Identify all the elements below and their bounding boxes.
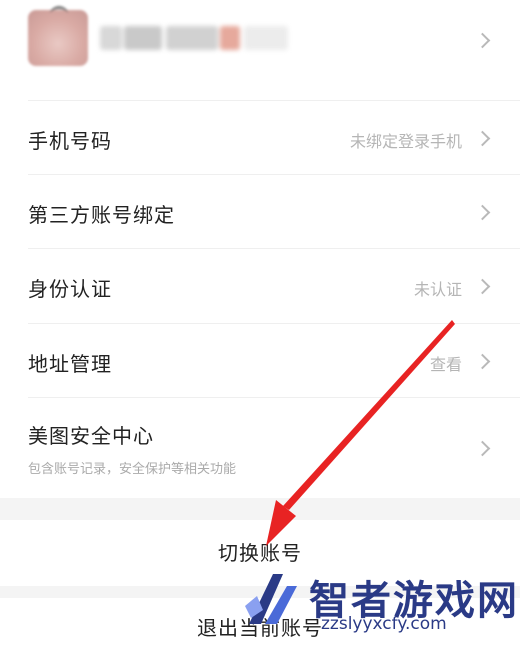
watermark: 智者游戏网 zzslyyxcfy.com: [235, 566, 520, 648]
row-label: 美图安全中心: [28, 424, 154, 448]
settings-row-security-center[interactable]: 美图安全中心 包含账号记录，安全保护等相关功能: [0, 398, 520, 498]
chevron-right-icon: [474, 204, 491, 221]
avatar: [28, 6, 88, 66]
chevron-right-icon: [474, 353, 491, 370]
row-label: 身份认证: [28, 277, 112, 301]
row-label: 手机号码: [28, 129, 112, 153]
settings-row-third-party[interactable]: 第三方账号绑定: [0, 175, 520, 248]
settings-row-identity[interactable]: 身份认证 未认证: [0, 249, 520, 323]
settings-row-address[interactable]: 地址管理 查看: [0, 324, 520, 397]
chevron-right-icon: [474, 440, 491, 457]
row-value: 未认证: [413, 280, 462, 299]
watermark-logo-icon: [245, 574, 297, 624]
chevron-right-icon: [474, 130, 491, 147]
section-gap: [0, 498, 520, 520]
blurred-username: [100, 22, 290, 56]
row-label: 地址管理: [28, 352, 112, 376]
row-label: 第三方账号绑定: [28, 203, 175, 227]
row-value: 查看: [429, 355, 462, 374]
profile-row[interactable]: [0, 0, 520, 100]
row-value: 未绑定登录手机: [349, 132, 462, 151]
chevron-right-icon: [474, 278, 491, 295]
row-subtitle: 包含账号记录，安全保护等相关功能: [28, 462, 237, 477]
settings-row-phone[interactable]: 手机号码 未绑定登录手机: [0, 101, 520, 174]
chevron-right-icon: [474, 32, 491, 49]
watermark-url: zzslyyxcfy.com: [321, 614, 447, 634]
